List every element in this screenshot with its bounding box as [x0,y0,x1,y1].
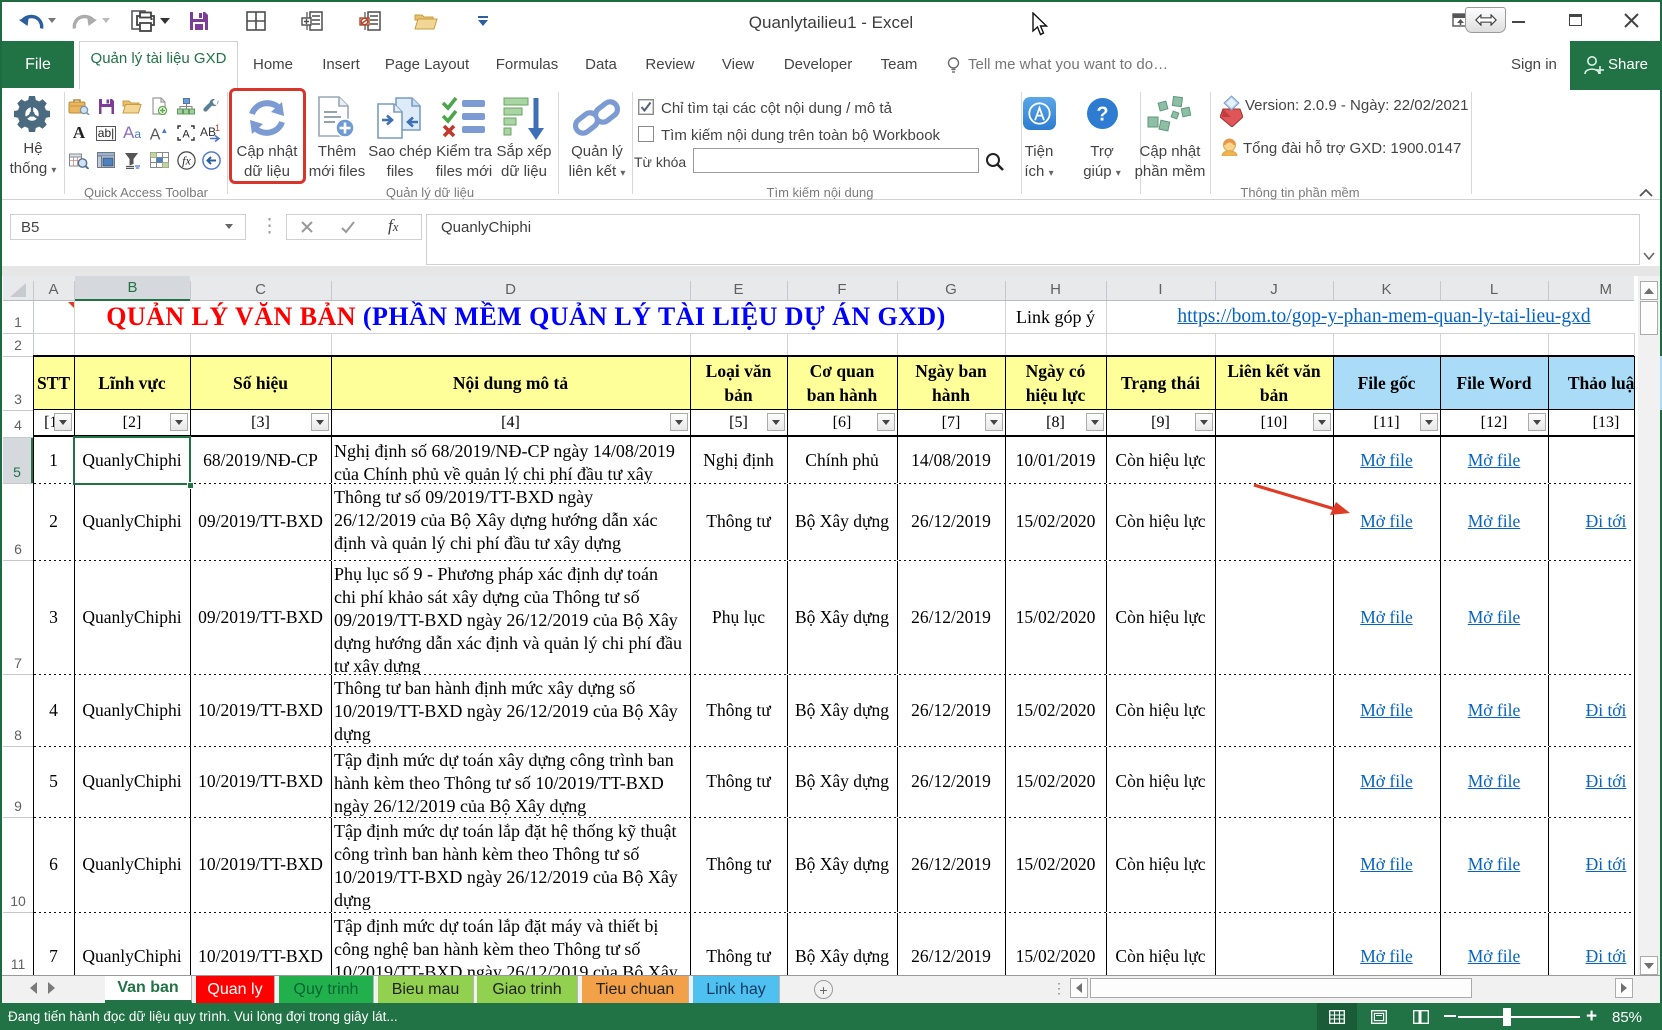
svg-text:fx: fx [182,153,191,167]
svg-text:AB: AB [200,125,216,139]
svg-text:A: A [182,129,190,141]
svg-text:?: ? [1096,104,1108,126]
svg-text:1: 1 [215,124,220,133]
